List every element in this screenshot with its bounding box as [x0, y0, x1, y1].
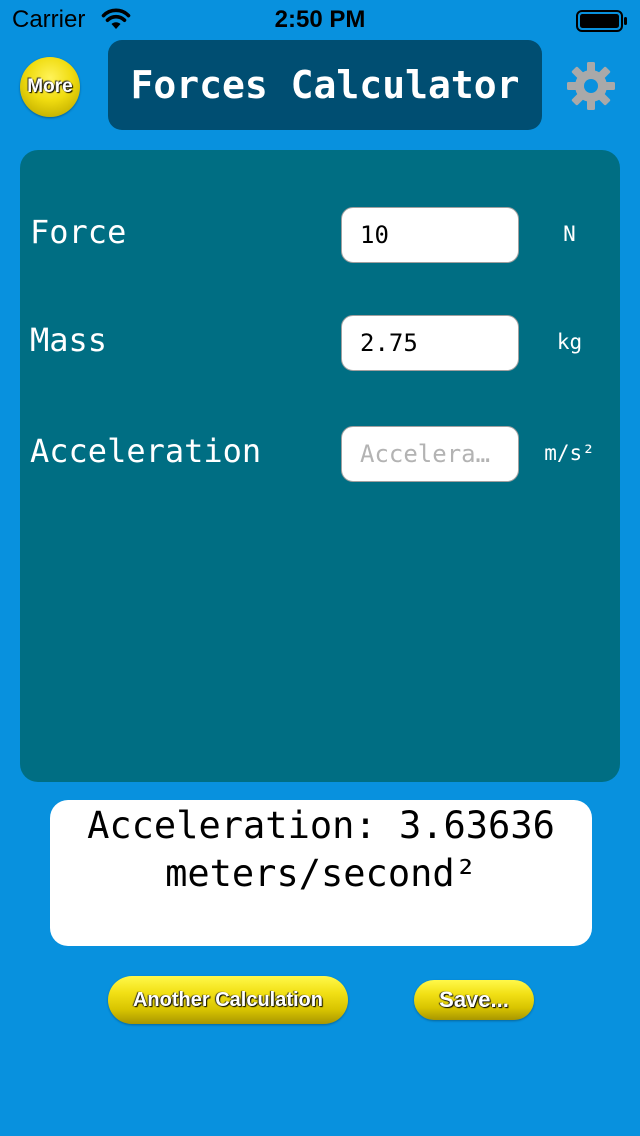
- another-calculation-button[interactable]: Another Calculation: [108, 976, 348, 1024]
- another-calculation-label: Another Calculation: [132, 988, 323, 1011]
- mass-unit: kg: [556, 330, 583, 354]
- input-panel: Force N Mass kg Acceleration m/s²: [20, 150, 620, 782]
- force-unit: N: [563, 222, 576, 246]
- more-button[interactable]: More: [20, 57, 80, 117]
- force-input[interactable]: [341, 207, 519, 263]
- result-value: Acceleration: 3.63636: [87, 804, 555, 847]
- mass-label: Mass: [30, 321, 108, 359]
- acceleration-label: Acceleration: [30, 432, 262, 470]
- result-units: meters/second²: [165, 852, 477, 895]
- save-button[interactable]: Save...: [414, 980, 534, 1020]
- status-time: 2:50 PM: [274, 6, 366, 33]
- gear-icon[interactable]: [565, 60, 617, 112]
- mass-input[interactable]: [341, 315, 519, 371]
- acceleration-input[interactable]: [341, 426, 519, 482]
- page-title: Forces Calculator: [130, 63, 520, 107]
- status-bar: Carrier 2:50 PM: [0, 0, 640, 40]
- acceleration-unit: m/s²: [544, 441, 595, 465]
- force-label: Force: [30, 213, 127, 251]
- title-banner: Forces Calculator: [108, 40, 542, 130]
- save-button-label: Save...: [439, 987, 509, 1012]
- more-button-label: More: [27, 76, 73, 97]
- battery-icon: [576, 10, 627, 32]
- result-box: Acceleration: 3.63636 meters/second²: [50, 800, 592, 946]
